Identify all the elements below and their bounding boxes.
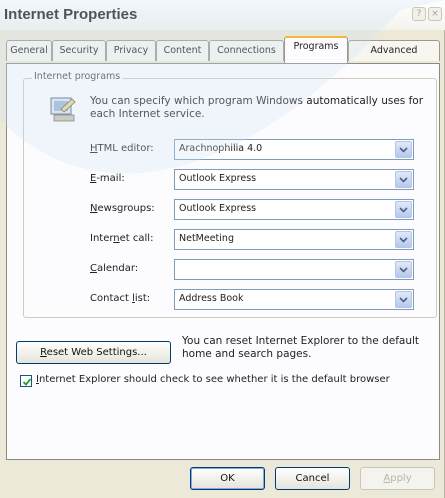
help-button[interactable]: ? (412, 7, 426, 21)
email-label-text: -mail: (96, 173, 125, 184)
newsgroups-dropdown-button[interactable] (395, 201, 412, 218)
html-editor-label-text: TML editor: (97, 143, 154, 154)
contact-list-label-text: ist: (134, 293, 151, 304)
chevron-down-icon (399, 207, 408, 213)
tab-programs[interactable]: Programs (284, 36, 348, 63)
email-select[interactable]: Outlook Express (174, 169, 414, 190)
calendar-label: Calendar: (90, 263, 138, 274)
checkmark-icon (22, 378, 32, 386)
newsgroups-label: Newsgroups: (90, 203, 155, 214)
apply-button-label: pply (390, 473, 412, 484)
contact-list-value: Address Book (179, 293, 244, 304)
calendar-dropdown-button[interactable] (395, 261, 412, 278)
html-editor-access-key: H (90, 143, 98, 154)
default-browser-label[interactable]: Internet Explorer should check to see wh… (36, 374, 390, 385)
cancel-button[interactable]: Cancel (275, 467, 350, 490)
internet-call-select[interactable]: NetMeeting (174, 229, 414, 250)
newsgroups-select[interactable]: Outlook Express (174, 199, 414, 220)
window-title: Internet Properties (4, 6, 138, 23)
email-value: Outlook Express (179, 173, 257, 184)
internet-call-label-prefix: Inter (90, 233, 114, 244)
internet-properties-dialog: Internet Properties ? × General Security… (0, 0, 445, 498)
close-button[interactable]: × (428, 7, 442, 21)
default-browser-label-text: nternet Explorer should check to see whe… (38, 374, 390, 385)
programs-icon (48, 95, 78, 123)
contact-list-label: Contact list: (90, 293, 150, 304)
newsgroups-value: Outlook Express (179, 203, 257, 214)
html-editor-select[interactable]: Arachnophilia 4.0 (174, 139, 414, 160)
title-bar: Internet Properties ? × (0, 0, 445, 30)
chevron-down-icon (399, 147, 408, 153)
reset-web-settings-button[interactable]: Reset Web Settings... (16, 341, 171, 364)
group-title: Internet programs (32, 71, 123, 82)
tab-privacy[interactable]: Privacy (106, 40, 156, 61)
tab-advanced[interactable]: Advanced (348, 40, 440, 61)
contact-list-select[interactable]: Address Book (174, 289, 414, 310)
newsgroups-label-text: ewsgroups: (97, 203, 155, 214)
html-editor-dropdown-button[interactable] (395, 141, 412, 158)
reset-description: You can reset Internet Explorer to the d… (182, 335, 420, 360)
contact-list-dropdown-button[interactable] (395, 291, 412, 308)
chevron-down-icon (399, 267, 408, 273)
programs-description: You can specify which program Windows au… (90, 95, 424, 120)
apply-button[interactable]: Apply (360, 467, 435, 490)
internet-call-label-text: et call: (119, 233, 154, 244)
internet-call-value: NetMeeting (179, 233, 234, 244)
internet-call-dropdown-button[interactable] (395, 231, 412, 248)
chevron-down-icon (399, 237, 408, 243)
default-browser-checkbox[interactable] (20, 375, 32, 387)
calendar-select[interactable] (174, 259, 414, 280)
chevron-down-icon (399, 177, 408, 183)
email-label: E-mail: (90, 173, 125, 184)
reset-button-label: eset Web Settings... (46, 347, 147, 358)
html-editor-value: Arachnophilia 4.0 (179, 143, 263, 154)
tab-connections[interactable]: Connections (209, 40, 284, 61)
tab-content[interactable]: Content (156, 40, 209, 61)
calendar-access-key: C (90, 263, 97, 274)
tab-strip: General Security Privacy Content Connect… (0, 36, 445, 64)
html-editor-label: HTML editor: (90, 143, 154, 154)
calendar-label-text: alendar: (96, 263, 139, 274)
tab-security[interactable]: Security (52, 40, 106, 61)
internet-call-label: Internet call: (90, 233, 153, 244)
chevron-down-icon (399, 297, 408, 303)
contact-list-label-prefix: Contact (90, 293, 133, 304)
tab-general[interactable]: General (6, 40, 52, 61)
ok-button[interactable]: OK (190, 467, 265, 490)
email-dropdown-button[interactable] (395, 171, 412, 188)
